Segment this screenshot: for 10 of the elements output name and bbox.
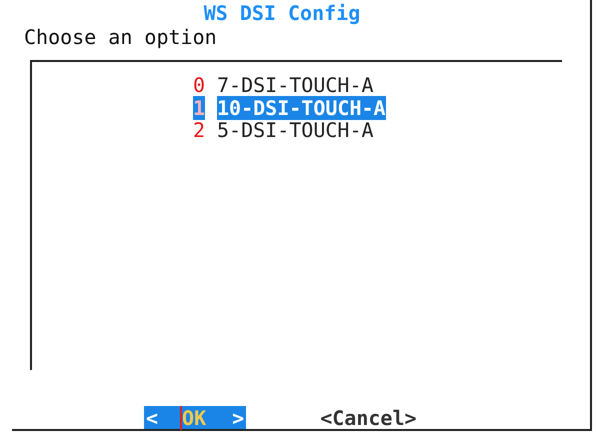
list-item[interactable]: 5-DSI-TOUCH-A xyxy=(217,118,374,142)
item-number: 2 xyxy=(193,118,206,142)
prompt-text: Choose an option xyxy=(24,26,218,48)
dialog-button[interactable]: <Cancel> xyxy=(318,406,419,429)
list-item[interactable]: 10-DSI-TOUCH-A xyxy=(217,96,386,120)
item-number: 1 xyxy=(193,96,205,120)
dialog-button[interactable]: < OK > xyxy=(144,406,246,429)
list-item[interactable]: 7-DSI-TOUCH-A xyxy=(217,73,374,98)
item-number: 0 xyxy=(193,73,206,98)
dialog-title: WS DSI Config xyxy=(202,0,362,26)
